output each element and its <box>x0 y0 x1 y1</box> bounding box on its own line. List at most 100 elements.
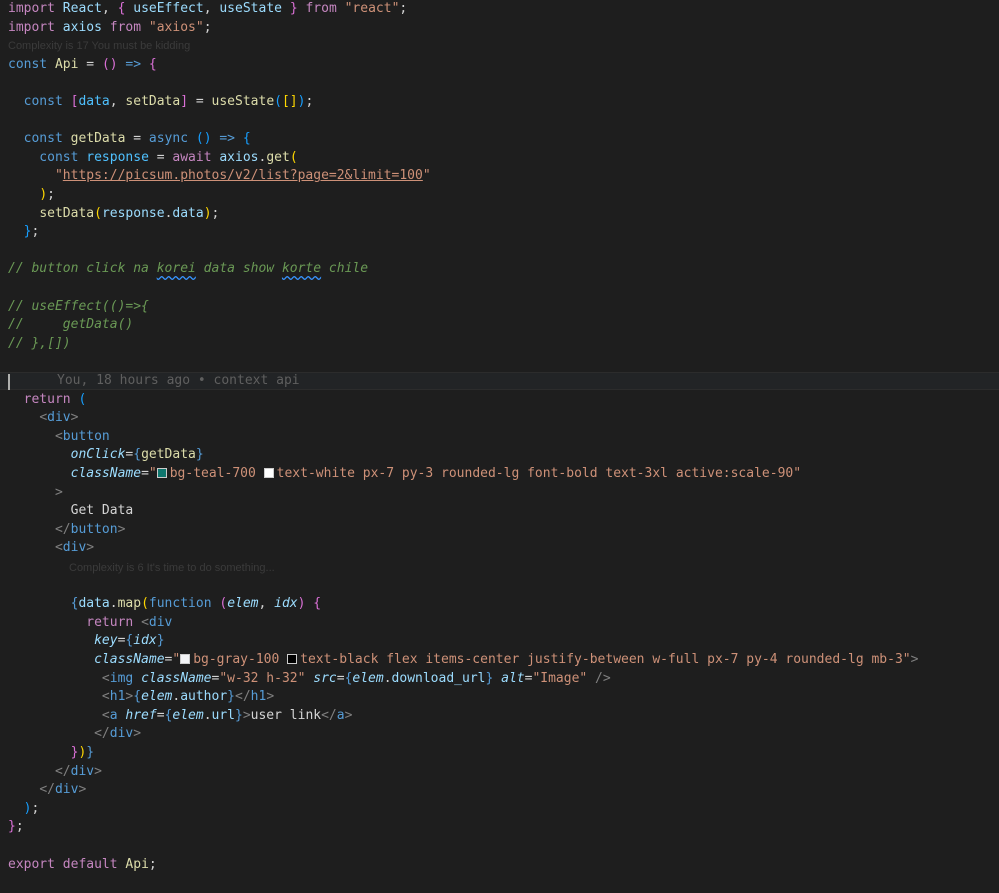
code-token: " <box>172 652 181 667</box>
code-line[interactable] <box>0 837 999 855</box>
code-line[interactable]: const Api = () => { <box>0 56 999 74</box>
code-token: href <box>125 707 157 723</box>
code-line[interactable]: import React, { useEffect, useState } fr… <box>0 0 999 18</box>
code-token: axios <box>54 19 110 35</box>
code-token: } <box>86 745 95 760</box>
code-line[interactable]: return <div <box>0 614 999 632</box>
code-line[interactable]: // useEffect(()=>{ <box>0 298 999 316</box>
code-token: Api <box>54 56 79 72</box>
code-token: ; <box>203 19 212 35</box>
code-token: " <box>422 168 431 184</box>
code-token: ( <box>289 149 298 165</box>
code-line[interactable]: setData(response.data); <box>0 205 999 223</box>
code-line[interactable]: <h1>{elem.author}</h1> <box>0 688 999 706</box>
code-line[interactable]: // },[]) <box>0 335 999 353</box>
code-line[interactable]: const [data, setData] = useState([]); <box>0 93 999 111</box>
code-token: chile <box>321 261 369 277</box>
code-line[interactable]: </button> <box>0 521 999 539</box>
color-swatch[interactable] <box>180 654 191 664</box>
code-token: { <box>133 447 142 463</box>
code-token: import <box>8 19 55 35</box>
code-line[interactable] <box>0 577 999 595</box>
code-line[interactable]: <div> <box>0 409 999 427</box>
code-line[interactable]: ); <box>0 800 999 818</box>
code-token: text-white px-7 py-3 rounded-lg font-bol… <box>276 466 802 481</box>
code-line[interactable]: key={idx} <box>0 632 999 650</box>
code-token: { <box>148 56 157 72</box>
code-line[interactable] <box>0 112 999 130</box>
code-token: () <box>195 131 212 147</box>
code-line[interactable]: </div> <box>0 781 999 799</box>
code-token: useState <box>211 94 275 109</box>
code-token: </ <box>54 763 71 779</box>
code-line[interactable] <box>0 353 999 371</box>
code-token: Api <box>125 856 149 872</box>
code-token: > <box>344 707 353 723</box>
code-token: ; <box>148 856 157 872</box>
code-token: // },[]) <box>8 335 71 351</box>
code-line[interactable]: const getData = async () => { <box>0 130 999 148</box>
code-token: a <box>336 707 345 723</box>
code-line[interactable]: </div> <box>0 725 999 743</box>
code-token: /> <box>587 670 611 686</box>
code-line[interactable]: // button click na korei data show korte… <box>0 260 999 278</box>
code-token: } <box>227 689 235 705</box>
code-line[interactable]: }; <box>0 223 999 241</box>
code-line[interactable]: className=" bg-teal-700 text-white px-7 p… <box>0 465 999 483</box>
code-line[interactable]: You, 18 hours ago • context api <box>0 372 999 390</box>
code-token: setData <box>39 205 95 221</box>
code-token: , <box>258 596 275 612</box>
color-swatch[interactable] <box>263 468 274 478</box>
code-token: > <box>70 410 79 426</box>
code-token: from <box>297 1 345 16</box>
code-token: . <box>109 596 118 612</box>
code-token: elem <box>141 689 173 705</box>
code-token: alt <box>501 670 525 686</box>
code-line[interactable]: <button <box>0 428 999 446</box>
code-line[interactable]: className=" bg-gray-100 text-black flex i… <box>0 651 999 669</box>
code-token: } <box>195 447 204 463</box>
code-line[interactable]: return ( <box>0 391 999 409</box>
code-line[interactable] <box>0 74 999 92</box>
code-token: React <box>54 1 102 16</box>
code-token: download_url <box>391 670 486 686</box>
code-token: . <box>203 707 212 723</box>
code-line[interactable]: Get Data <box>0 502 999 520</box>
code-line[interactable] <box>0 279 999 297</box>
code-line[interactable]: import axios from "axios"; <box>0 19 999 37</box>
code-token: korte <box>281 261 322 277</box>
code-token: > <box>86 540 95 556</box>
code-token: data <box>78 94 110 109</box>
code-line[interactable]: // getData() <box>0 316 999 334</box>
code-line[interactable]: <div> <box>0 539 999 557</box>
complexity-hint-top: Complexity is 17 You must be kidding <box>8 40 191 52</box>
code-token: elem <box>172 707 204 723</box>
code-token: ; <box>47 187 55 202</box>
code-line[interactable]: export default Api; <box>0 856 999 874</box>
code-line[interactable]: ); <box>0 186 999 204</box>
color-swatch[interactable] <box>156 468 167 478</box>
code-line[interactable]: <img className="w-32 h-32" src={elem.dow… <box>0 670 999 688</box>
code-line[interactable]: const response = await axios.get( <box>0 149 999 167</box>
code-line[interactable]: })} <box>0 744 999 762</box>
code-line[interactable]: <a href={elem.url}>user link</a> <box>0 707 999 725</box>
code-editor[interactable]: Complexity is 17 You must be kidding Com… <box>0 0 999 893</box>
code-line[interactable]: {data.map(function (elem, idx) { <box>0 595 999 613</box>
code-token: response <box>101 205 165 221</box>
code-line[interactable]: }; <box>0 818 999 836</box>
code-line[interactable]: "https://picsum.photos/v2/list?page=2&li… <box>0 167 999 185</box>
code-line[interactable] <box>0 242 999 260</box>
code-token: < <box>101 670 110 686</box>
code-line[interactable]: > <box>0 484 999 502</box>
code-line[interactable]: </div> <box>0 763 999 781</box>
color-swatch[interactable] <box>287 654 298 664</box>
code-line[interactable]: onClick={getData} <box>0 446 999 464</box>
code-token: { <box>242 131 251 147</box>
